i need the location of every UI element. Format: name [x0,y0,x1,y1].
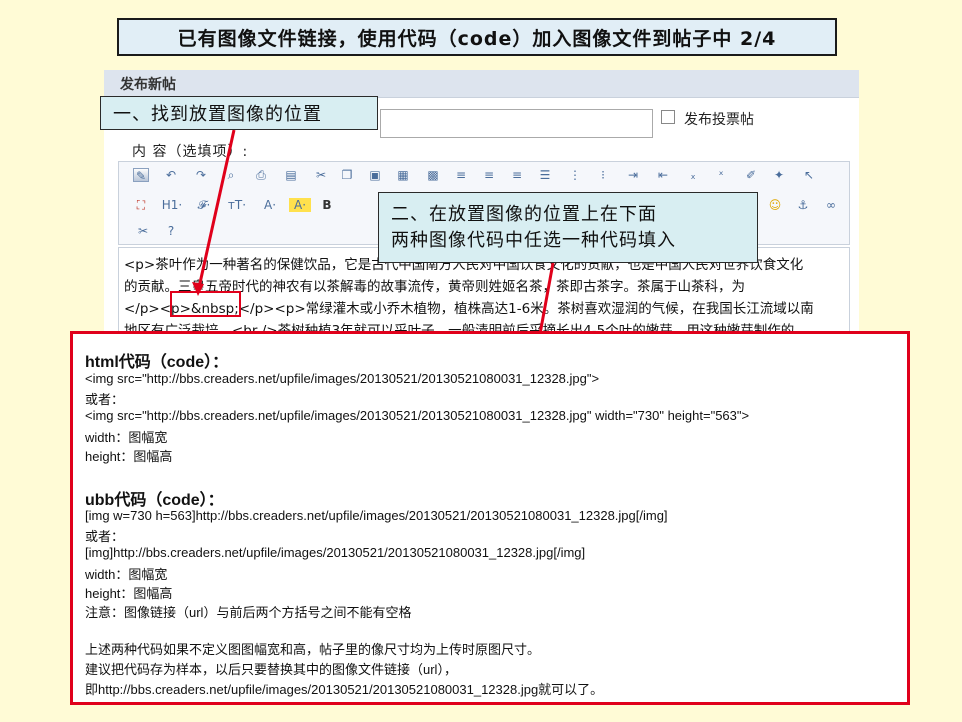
or-text: 或者： [85,529,125,544]
height-note: height：图幅高 [85,449,173,464]
step1-callout: 一、找到放置图像的位置 [100,96,378,130]
insert-position-highlight [170,291,241,317]
arrow-line-2 [538,262,555,335]
arrow-line-1 [196,129,236,293]
width-note: width：图幅宽 [85,567,168,582]
space-notice: 注意：图像链接（url）与前后两个方括号之间不能有空格 [85,605,412,620]
html-code-1: <img src="http://bbs.creaders.net/upfile… [85,371,600,386]
or-text: 或者： [85,392,125,407]
width-note: width：图幅宽 [85,430,168,445]
html-heading: html代码（code）： [85,354,229,371]
height-note: height：图幅高 [85,586,173,601]
ubb-heading: ubb代码（code）： [85,492,224,509]
code-info-box: html代码（code）： <img src="http://bbs.cread… [70,331,910,705]
ubb-code-2: [img]http://bbs.creaders.net/upfile/imag… [85,545,586,560]
summary-line: 即http://bbs.creaders.net/upfile/images/2… [85,682,604,697]
step2-line1: 二、在放置图像的位置上在下面 [391,204,657,225]
html-code-2: <img src="http://bbs.creaders.net/upfile… [85,408,750,423]
step2-line2: 两种图像代码中任选一种代码填入 [391,230,676,251]
summary-line: 建议把代码存为样本，以后只要替换其中的图像文件链接（url）， [85,662,457,677]
ubb-code-1: [img w=730 h=563]http://bbs.creaders.net… [85,508,668,523]
step2-callout: 二、在放置图像的位置上在下面 两种图像代码中任选一种代码填入 [378,192,758,263]
summary-line: 上述两种代码如果不定义图图幅宽和高，帖子里的像尺寸均为上传时原图尺寸。 [85,642,541,657]
